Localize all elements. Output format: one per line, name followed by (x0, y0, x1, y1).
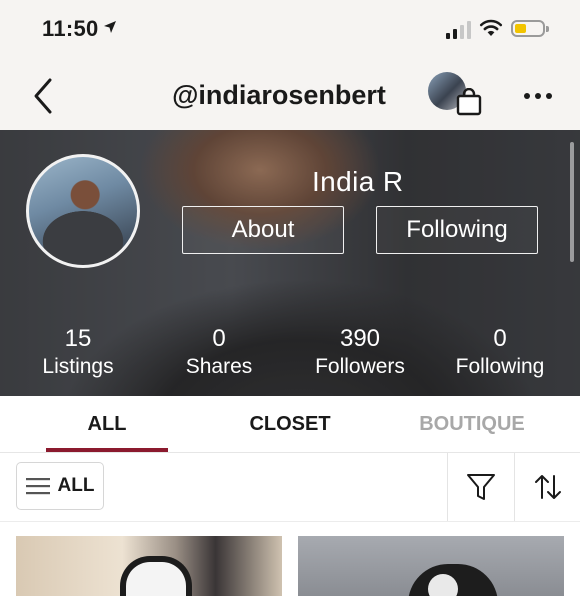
filter-bar: ALL (0, 453, 580, 522)
sort-button[interactable] (515, 453, 580, 521)
signal-icon (446, 20, 471, 39)
closet-tabs: ALL CLOSET BOUTIQUE (0, 396, 580, 453)
stat-following[interactable]: 0 Following (440, 326, 560, 382)
stat-value: 0 (493, 325, 507, 352)
stat-label: Following (455, 355, 545, 378)
hamburger-icon (25, 478, 50, 495)
profile-username: @indiarosenbert (172, 80, 386, 110)
about-button[interactable]: About (182, 206, 344, 254)
stat-value: 15 (64, 325, 92, 352)
profile-avatar[interactable] (26, 154, 140, 268)
nav-bar: @indiarosenbert (0, 62, 580, 130)
funnel-filter-icon (467, 474, 495, 500)
listing-image[interactable] (298, 536, 564, 596)
stat-value: 0 (212, 325, 226, 352)
stat-followers[interactable]: 390 Followers (300, 326, 420, 382)
category-filter-label: ALL (57, 475, 95, 496)
status-bar: 11:50 (0, 0, 580, 62)
wifi-icon (479, 19, 503, 36)
filter-button[interactable] (448, 453, 514, 521)
listing-grid (0, 522, 580, 596)
stat-label: Listings (42, 355, 114, 378)
more-dots-icon (524, 93, 530, 99)
display-name: India R (312, 166, 404, 197)
stat-value: 390 (339, 325, 381, 352)
stat-label: Followers (315, 355, 405, 378)
listing-image[interactable] (16, 536, 282, 596)
tab-boutique[interactable]: BOUTIQUE (408, 396, 536, 452)
sort-arrows-icon (534, 475, 561, 499)
profile-username-container: @indiarosenbert (0, 80, 580, 111)
profile-cover: India R About Following 15 Listings 0 Sh… (0, 130, 580, 396)
stat-listings[interactable]: 15 Listings (18, 326, 138, 382)
category-filter-button[interactable]: ALL (16, 462, 104, 510)
tab-all[interactable]: ALL (46, 396, 168, 452)
shopping-bag-icon[interactable] (456, 88, 482, 116)
battery-icon (511, 20, 549, 37)
following-button[interactable]: Following (376, 206, 538, 254)
more-options-button[interactable] (518, 82, 558, 110)
status-time: 11:50 (42, 16, 99, 41)
scrollbar[interactable] (570, 142, 574, 262)
stat-label: Shares (185, 355, 253, 378)
location-arrow-icon (104, 21, 116, 33)
tab-closet[interactable]: CLOSET (230, 396, 350, 452)
stat-shares[interactable]: 0 Shares (159, 326, 279, 382)
